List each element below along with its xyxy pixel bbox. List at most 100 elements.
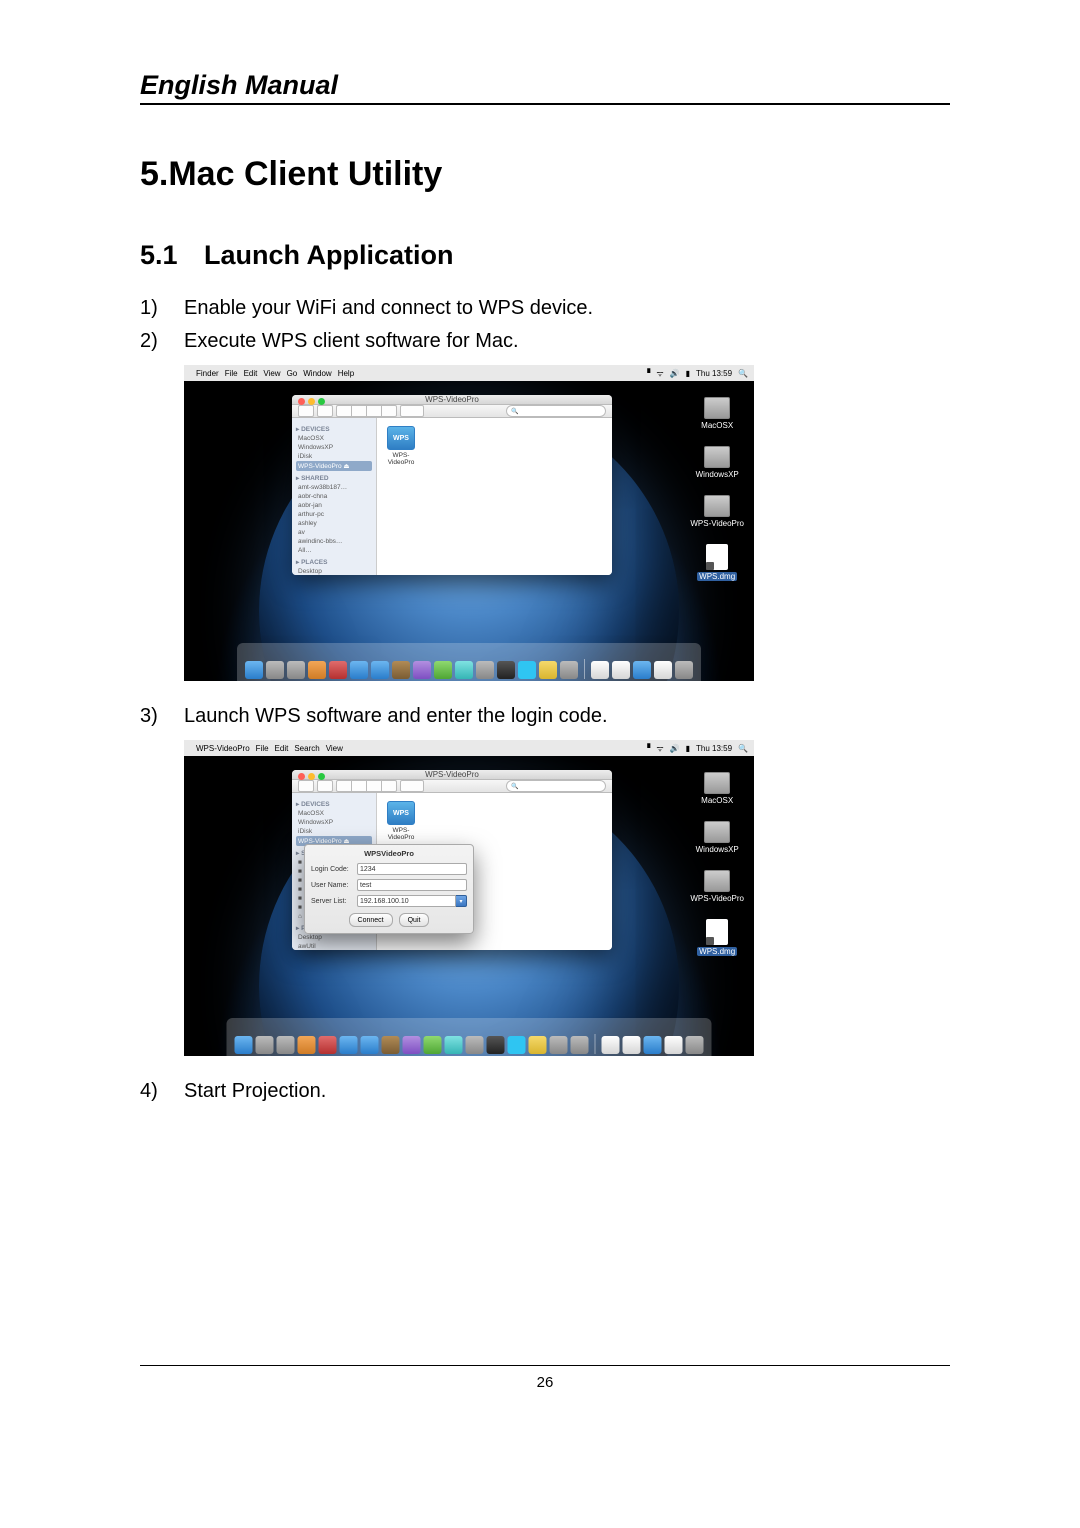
forward-button[interactable]: [317, 405, 333, 417]
dock-icon[interactable]: [319, 1036, 337, 1054]
login-code-input[interactable]: 1234: [357, 863, 467, 875]
dock-icon[interactable]: [497, 661, 515, 679]
dock-icon[interactable]: [277, 1036, 295, 1054]
app-file[interactable]: WPS WPS-VideoPro: [385, 801, 417, 841]
user-name-input[interactable]: test: [357, 879, 467, 891]
action-button[interactable]: [400, 780, 424, 792]
dock-icon[interactable]: [602, 1036, 620, 1054]
dialog-title: WPSVideoPro: [311, 849, 467, 858]
dock-icon[interactable]: [392, 661, 410, 679]
sidebar-item[interactable]: awUtil: [296, 942, 372, 950]
sidebar-item[interactable]: av: [296, 528, 372, 537]
menubar-item: WPS-VideoPro: [196, 744, 250, 753]
window-controls[interactable]: [298, 398, 325, 405]
sidebar-item-selected[interactable]: WPS-VideoPro ⏏: [296, 461, 372, 471]
sidebar-item[interactable]: iDisk: [296, 452, 372, 461]
dock-icon[interactable]: [539, 661, 557, 679]
sidebar-item[interactable]: arthur-pc: [296, 510, 372, 519]
dock-icon[interactable]: [361, 1036, 379, 1054]
back-button[interactable]: [298, 780, 314, 792]
desktop-drive[interactable]: WindowsXP: [690, 446, 744, 479]
dock-finder-icon[interactable]: [235, 1036, 253, 1054]
dock-icon[interactable]: [382, 1036, 400, 1054]
sidebar-item[interactable]: amt-sw38b187…: [296, 483, 372, 492]
sidebar-item[interactable]: iDisk: [296, 827, 372, 836]
dock-icon[interactable]: [455, 661, 473, 679]
connect-button[interactable]: Connect: [349, 913, 393, 927]
search-input[interactable]: [506, 780, 606, 792]
sidebar-heading-shared: ▸ SHARED: [296, 474, 372, 482]
desktop-drive[interactable]: WindowsXP: [690, 821, 744, 854]
dock-icon[interactable]: [644, 1036, 662, 1054]
dock[interactable]: [227, 1018, 712, 1056]
dock-icon[interactable]: [424, 1036, 442, 1054]
dock-icon[interactable]: [371, 661, 389, 679]
chevron-down-icon[interactable]: ▾: [456, 895, 467, 907]
dock-icon[interactable]: [434, 661, 452, 679]
view-segment[interactable]: [336, 780, 397, 792]
dock-icon[interactable]: [256, 1036, 274, 1054]
dock-icon[interactable]: [340, 1036, 358, 1054]
sidebar-item[interactable]: awindinc-bbs…: [296, 537, 372, 546]
server-list-select[interactable]: 192.168.100.10 ▾: [357, 895, 467, 907]
quit-button[interactable]: Quit: [399, 913, 430, 927]
dock-icon[interactable]: [518, 661, 536, 679]
dock-icon[interactable]: [445, 1036, 463, 1054]
dock-icon[interactable]: [298, 1036, 316, 1054]
dock-icon[interactable]: [633, 661, 651, 679]
desktop-icons: MacOSX WindowsXP WPS-VideoPro WPS.dmg: [690, 397, 744, 581]
header-title: English Manual: [140, 70, 950, 105]
dock-icon[interactable]: [529, 1036, 547, 1054]
sidebar-heading-places: ▸ PLACES: [296, 558, 372, 566]
dock-icon[interactable]: [623, 1036, 641, 1054]
view-segment[interactable]: [336, 405, 397, 417]
sidebar-item[interactable]: WindowsXP: [296, 818, 372, 827]
dock-icon[interactable]: [591, 661, 609, 679]
dock-icon[interactable]: [654, 661, 672, 679]
dock-icon[interactable]: [403, 1036, 421, 1054]
desktop-alias[interactable]: WPS.dmg: [690, 544, 744, 581]
dock-icon[interactable]: [487, 1036, 505, 1054]
sidebar-item[interactable]: All…: [296, 546, 372, 555]
dock-icon[interactable]: [466, 1036, 484, 1054]
search-input[interactable]: [506, 405, 606, 417]
dock-icon[interactable]: [508, 1036, 526, 1054]
desktop-alias[interactable]: WPS.dmg: [690, 919, 744, 956]
sidebar-item[interactable]: MacOSX: [296, 809, 372, 818]
dock-finder-icon[interactable]: [245, 661, 263, 679]
action-button[interactable]: [400, 405, 424, 417]
sidebar-item[interactable]: Desktop: [296, 933, 372, 942]
dock-icon[interactable]: [413, 661, 431, 679]
sidebar-item[interactable]: Desktop: [296, 567, 372, 575]
dock-icon[interactable]: [476, 661, 494, 679]
dock-trash-icon[interactable]: [686, 1036, 704, 1054]
dock-icon[interactable]: [287, 661, 305, 679]
dock-icon[interactable]: [266, 661, 284, 679]
forward-button[interactable]: [317, 780, 333, 792]
dock-icon[interactable]: [350, 661, 368, 679]
desktop-drive[interactable]: WPS-VideoPro: [690, 495, 744, 528]
dock-icon[interactable]: [665, 1036, 683, 1054]
sidebar-item[interactable]: aobr-jan: [296, 501, 372, 510]
desktop-drive[interactable]: MacOSX: [690, 397, 744, 430]
sidebar-item[interactable]: ashley: [296, 519, 372, 528]
dock-icon[interactable]: [308, 661, 326, 679]
dock[interactable]: [237, 643, 701, 681]
login-code-label: Login Code:: [311, 866, 357, 873]
sidebar-item[interactable]: aobr-chna: [296, 492, 372, 501]
sidebar-item[interactable]: WindowsXP: [296, 443, 372, 452]
dock-trash-icon[interactable]: [675, 661, 693, 679]
window-title: WPS-VideoPro: [425, 395, 479, 404]
dock-icon[interactable]: [329, 661, 347, 679]
dock-icon[interactable]: [560, 661, 578, 679]
dock-icon[interactable]: [612, 661, 630, 679]
app-file[interactable]: WPS WPS-VideoPro: [385, 426, 417, 466]
desktop-drive[interactable]: MacOSX: [690, 772, 744, 805]
sidebar-item[interactable]: MacOSX: [296, 434, 372, 443]
window-controls[interactable]: [298, 773, 325, 780]
dock-icon[interactable]: [571, 1036, 589, 1054]
subsection-title: Launch Application: [204, 240, 454, 270]
back-button[interactable]: [298, 405, 314, 417]
desktop-drive[interactable]: WPS-VideoPro: [690, 870, 744, 903]
dock-icon[interactable]: [550, 1036, 568, 1054]
